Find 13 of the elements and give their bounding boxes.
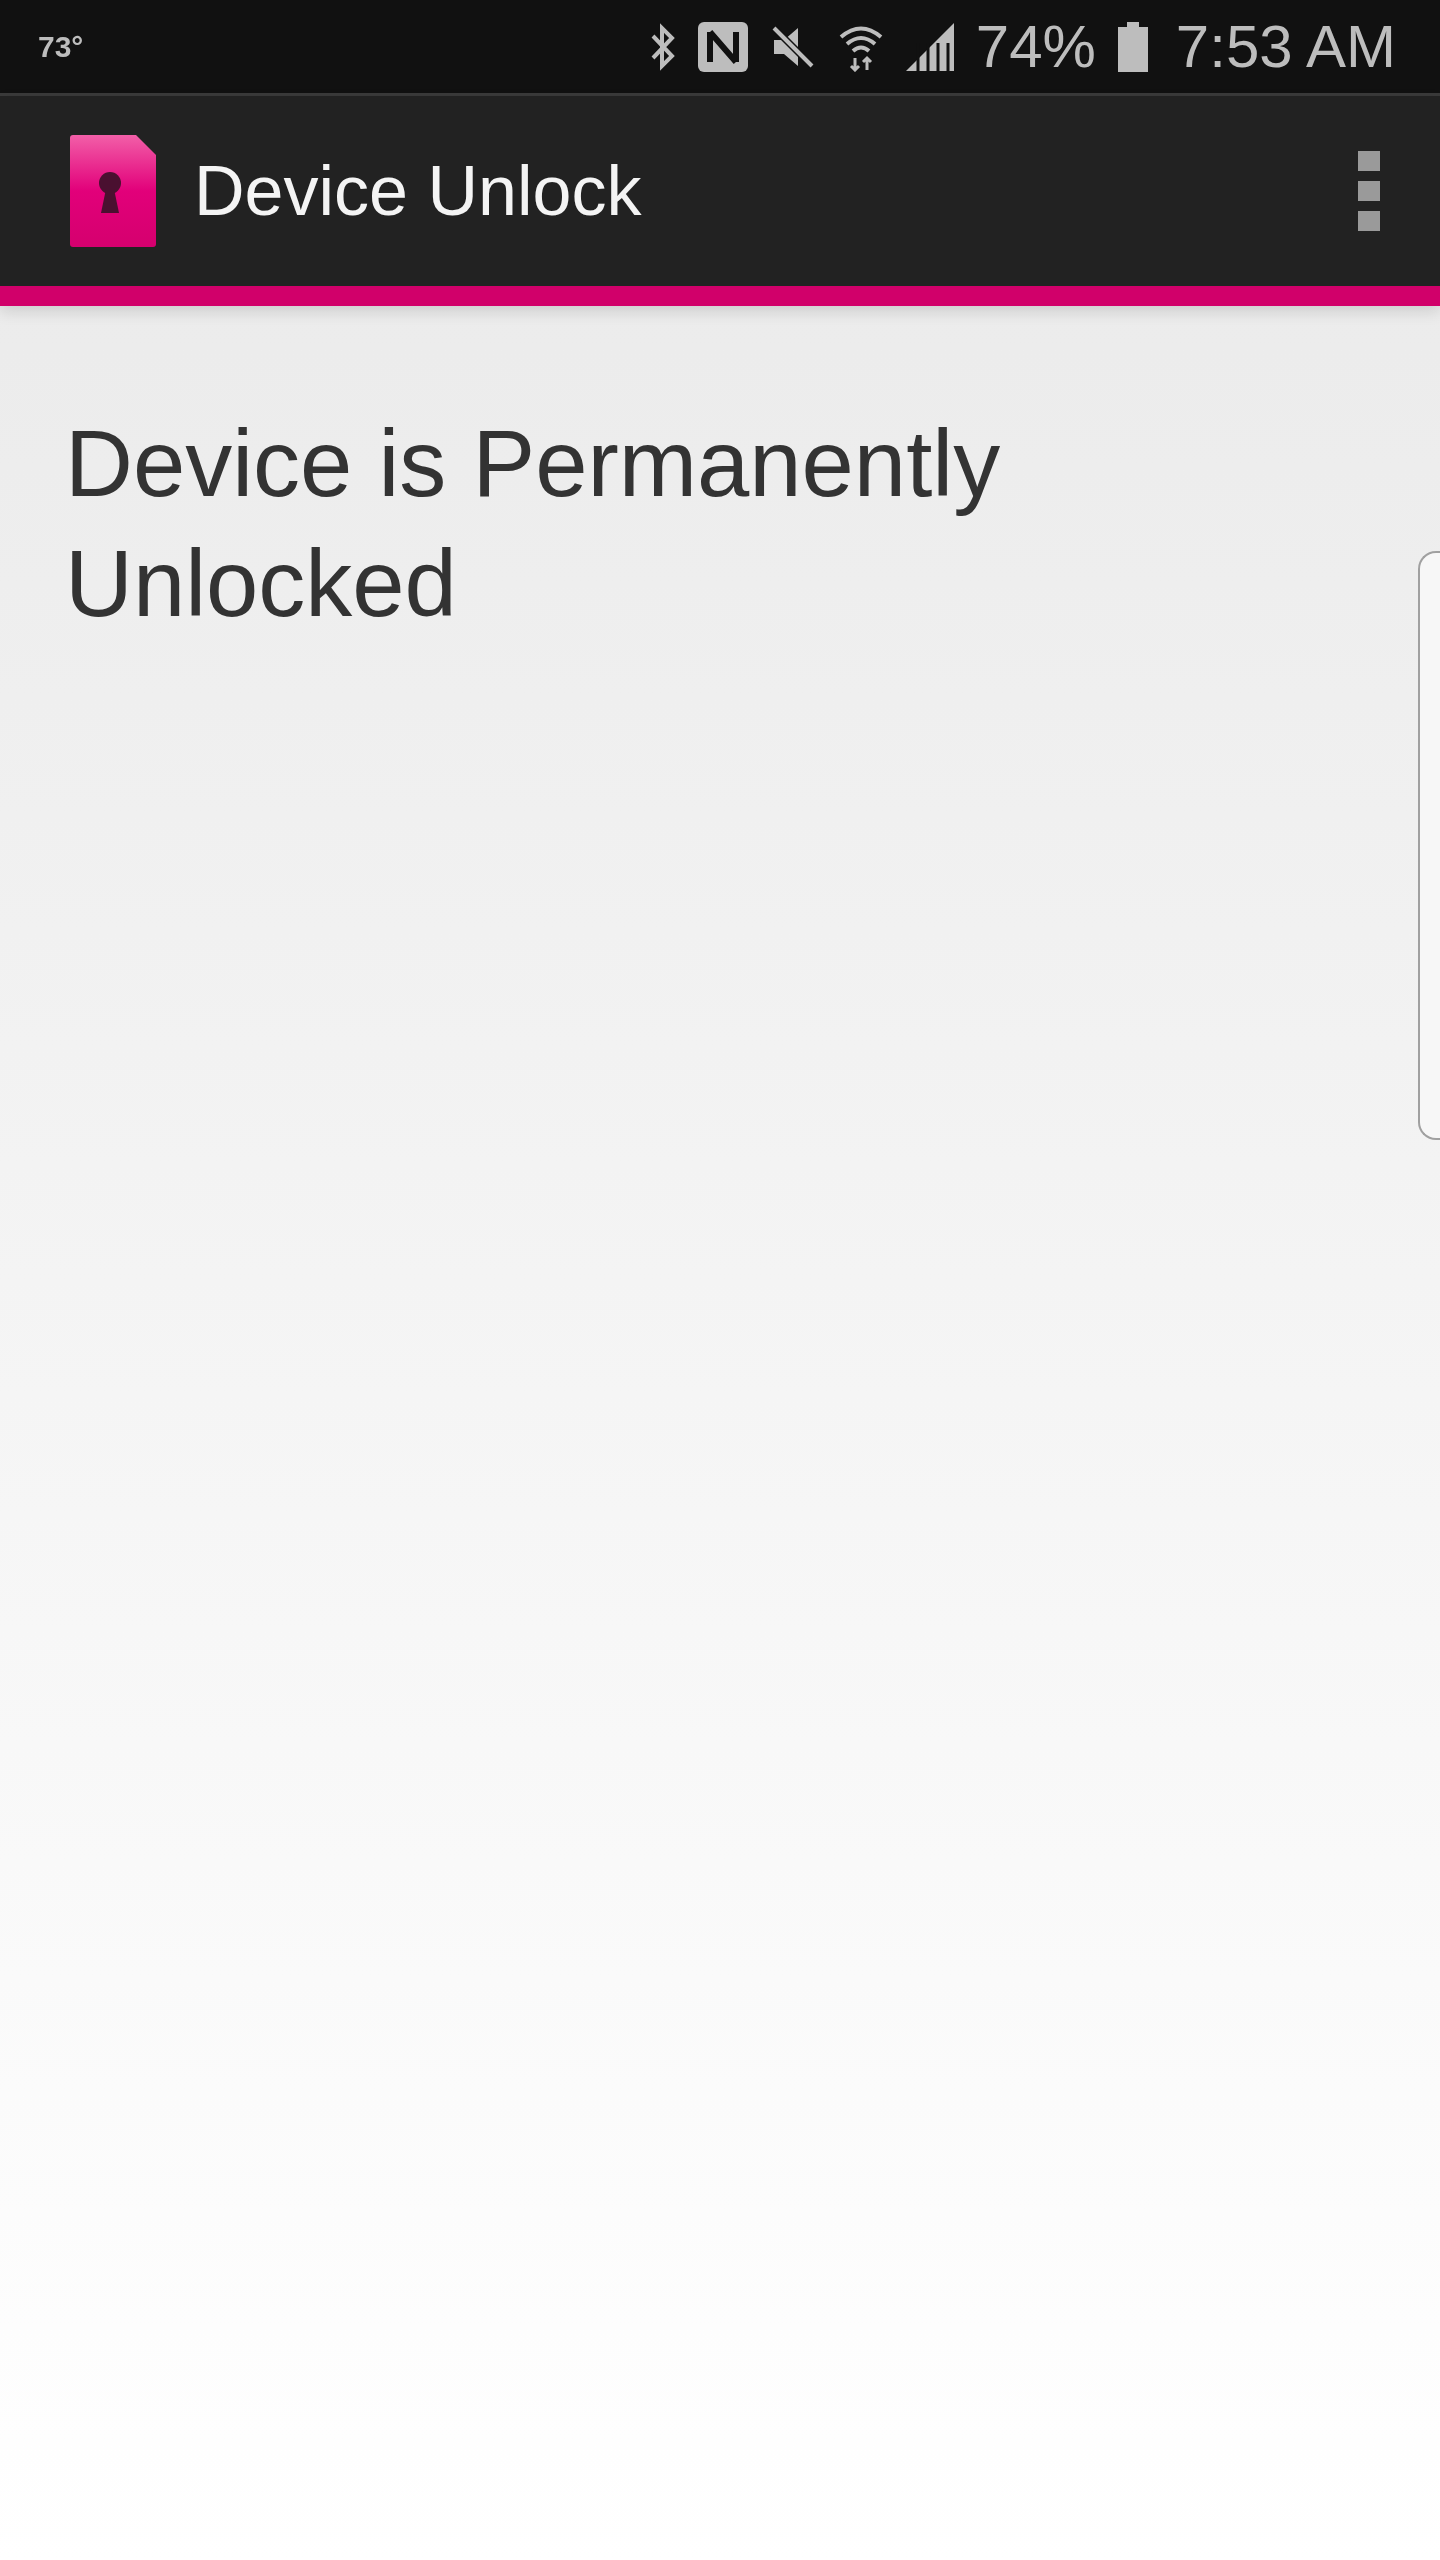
muted-speaker-icon [769,23,816,70]
overflow-menu-icon[interactable] [1358,151,1380,231]
edge-panel-handle[interactable] [1418,551,1440,1140]
nfc-icon [697,21,748,72]
bluetooth-icon [649,22,676,71]
battery-percentage: 74% [975,12,1096,81]
battery-icon [1117,21,1148,72]
unlock-status-heading: Device is Permanently Unlocked [65,410,1002,638]
sim-lock-icon [70,135,156,247]
temperature-reading: 73° [38,29,85,64]
app-title: Device Unlock [194,151,643,231]
clock-time: 7:53 AM [1175,12,1396,81]
signal-icon [905,22,954,71]
